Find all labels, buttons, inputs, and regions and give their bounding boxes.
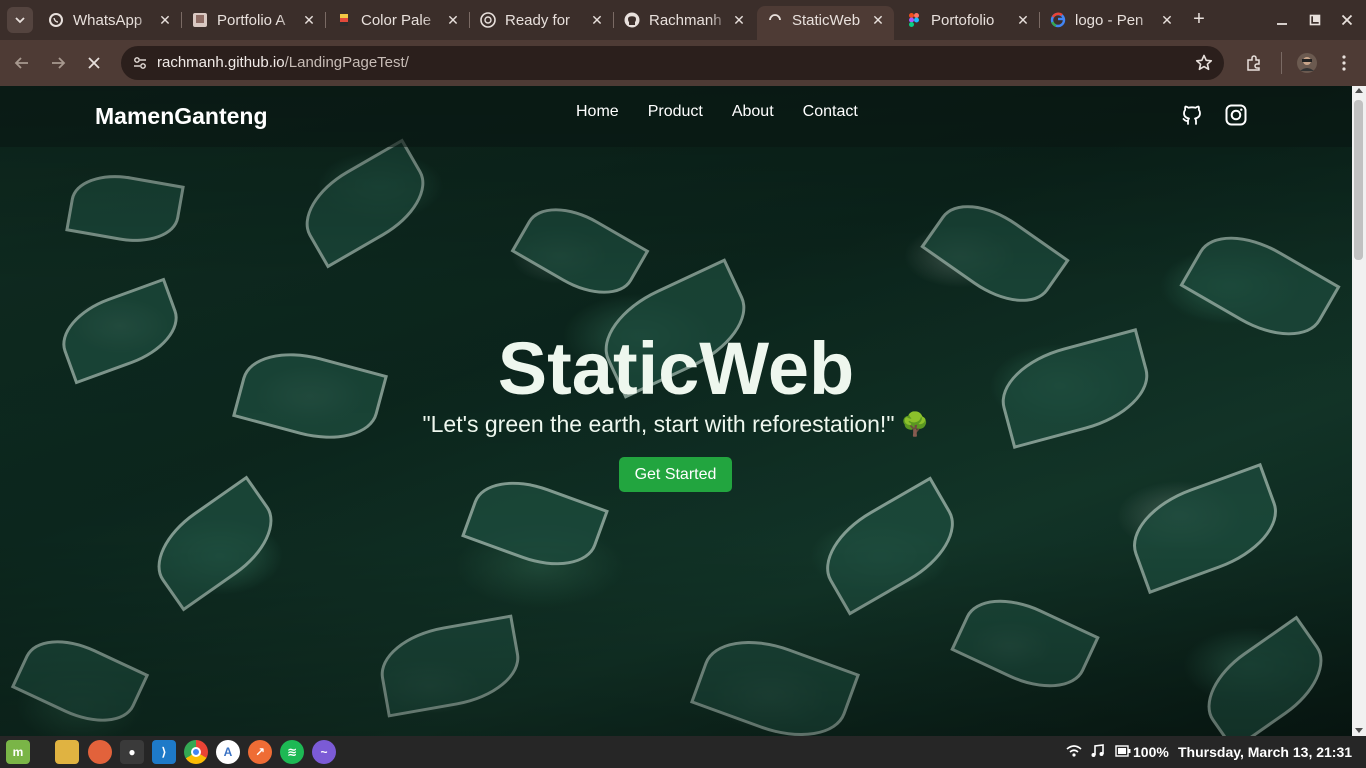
nav-links: Home Product About Contact xyxy=(576,103,887,121)
tab-strip: WhatsApp ✕ Portfolio A ✕ Color Pale ✕ Re… xyxy=(0,0,1366,40)
close-icon[interactable]: ✕ xyxy=(1013,12,1033,29)
files-icon[interactable] xyxy=(55,740,79,764)
toolbar-separator xyxy=(1281,52,1282,74)
menu-kebab-icon[interactable] xyxy=(1333,52,1355,74)
close-icon[interactable]: ✕ xyxy=(587,12,607,29)
nav-link-product[interactable]: Product xyxy=(648,103,703,121)
battery-icon[interactable] xyxy=(1115,744,1131,760)
site-brand[interactable]: MamenGanteng xyxy=(95,103,268,130)
github-icon[interactable] xyxy=(1180,103,1204,127)
profile-avatar[interactable] xyxy=(1296,52,1318,74)
tab-google-logo[interactable]: logo - Pen ✕ xyxy=(1040,6,1183,34)
tab-search-button[interactable] xyxy=(7,7,33,33)
tab-color-palette[interactable]: Color Pale ✕ xyxy=(326,6,469,34)
tab-github-rachmanh[interactable]: Rachmanh ✕ xyxy=(614,6,755,34)
hero-subtitle-text: "Let's green the earth, start with refor… xyxy=(422,411,895,437)
stop-loading-icon[interactable] xyxy=(83,52,105,74)
tab-label: Portofolio xyxy=(931,11,995,29)
tab-label: Ready for xyxy=(505,11,571,29)
minimize-icon[interactable] xyxy=(1272,10,1292,30)
instagram-icon[interactable] xyxy=(1224,103,1248,127)
nav-link-about[interactable]: About xyxy=(732,103,774,121)
spotify-icon[interactable]: ≋ xyxy=(280,740,304,764)
browser-toolbar: rachmanh.github.io/LandingPageTest/ xyxy=(0,40,1366,86)
url-text: rachmanh.github.io/LandingPageTest/ xyxy=(157,54,409,71)
wifi-icon[interactable] xyxy=(1066,744,1082,761)
tab-figma-portofolio[interactable]: Portofolio ✕ xyxy=(896,6,1039,34)
firefox-icon[interactable] xyxy=(88,740,112,764)
scrollbar-thumb[interactable] xyxy=(1354,100,1363,260)
github-icon xyxy=(624,12,640,28)
tab-label: StaticWeb xyxy=(792,11,861,29)
tab-whatsapp[interactable]: WhatsApp ✕ xyxy=(38,6,181,34)
whatsapp-icon xyxy=(48,12,64,28)
hero-subtitle: "Let's green the earth, start with refor… xyxy=(0,411,1352,438)
portfolio-icon xyxy=(192,12,208,28)
url-host: rachmanh.github.io xyxy=(157,54,285,71)
clock-datetime[interactable]: Thursday, March 13, 21:31 xyxy=(1178,744,1352,760)
forward-icon[interactable] xyxy=(47,52,69,74)
chevron-down-icon xyxy=(15,17,25,24)
extensions-icon[interactable] xyxy=(1243,52,1265,74)
tab-label: Color Pale xyxy=(361,11,432,29)
maximize-icon[interactable] xyxy=(1305,10,1325,30)
close-icon[interactable]: ✕ xyxy=(868,12,888,29)
site-settings-icon[interactable] xyxy=(132,55,148,71)
chrome-icon[interactable] xyxy=(184,740,208,764)
address-bar[interactable]: rachmanh.github.io/LandingPageTest/ xyxy=(121,46,1224,80)
scroll-up-icon[interactable] xyxy=(1355,88,1363,93)
close-icon[interactable]: ✕ xyxy=(443,12,463,29)
postman-icon[interactable]: ↗ xyxy=(248,740,272,764)
nav-link-contact[interactable]: Contact xyxy=(803,103,858,121)
bookmark-star-icon[interactable] xyxy=(1194,53,1214,73)
tree-emoji-icon: 🌳 xyxy=(900,411,930,437)
google-icon xyxy=(1050,12,1066,28)
appimage-icon[interactable]: A xyxy=(216,740,240,764)
tab-portfolio-a[interactable]: Portfolio A ✕ xyxy=(182,6,325,34)
close-icon[interactable]: ✕ xyxy=(155,12,175,29)
back-icon[interactable] xyxy=(11,52,33,74)
os-taskbar: m ● ⟩ A ↗ ≋ ~ 100% Thursday, March 13, 2… xyxy=(0,736,1366,768)
vscode-icon[interactable]: ⟩ xyxy=(152,740,176,764)
openai-icon xyxy=(480,12,496,28)
tab-label: Rachmanh xyxy=(649,11,722,29)
window-close-icon[interactable] xyxy=(1337,10,1357,30)
tab-label: Portfolio A xyxy=(217,11,286,29)
tab-ready-for[interactable]: Ready for ✕ xyxy=(470,6,613,34)
mint-menu-icon[interactable]: m xyxy=(6,740,30,764)
color-palette-icon xyxy=(336,12,352,28)
new-tab-button[interactable]: + xyxy=(1188,9,1210,31)
hero-title: StaticWeb xyxy=(497,327,855,410)
scroll-down-icon[interactable] xyxy=(1355,728,1363,733)
close-icon[interactable]: ✕ xyxy=(299,12,319,29)
get-started-button[interactable]: Get Started xyxy=(619,457,732,492)
loading-icon xyxy=(767,12,783,28)
close-icon[interactable]: ✕ xyxy=(729,12,749,29)
nav-link-home[interactable]: Home xyxy=(576,103,619,121)
page-viewport: MamenGanteng Home Product About Contact … xyxy=(0,86,1366,736)
page-scrollbar[interactable] xyxy=(1352,86,1366,736)
stremio-icon[interactable]: ~ xyxy=(312,740,336,764)
tab-label: WhatsApp xyxy=(73,11,143,29)
close-icon[interactable]: ✕ xyxy=(1157,12,1177,29)
site-navbar: MamenGanteng Home Product About Contact xyxy=(0,86,1352,147)
battery-percent: 100% xyxy=(1133,744,1169,760)
sound-icon[interactable] xyxy=(1090,744,1106,761)
url-path: /LandingPageTest/ xyxy=(284,54,409,71)
tab-label: logo - Pen xyxy=(1075,11,1144,29)
figma-icon xyxy=(906,12,922,28)
tab-staticweb[interactable]: StaticWeb ✕ xyxy=(757,6,894,40)
incognito-icon[interactable]: ● xyxy=(120,740,144,764)
